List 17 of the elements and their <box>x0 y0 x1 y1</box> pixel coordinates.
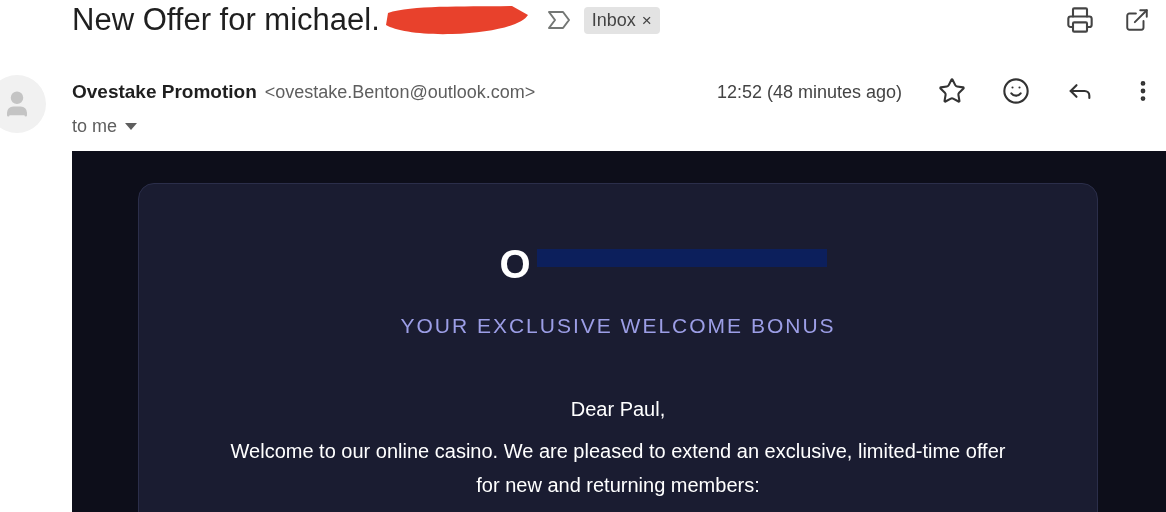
open-in-new-window-icon[interactable] <box>1124 7 1150 33</box>
greeting: Dear Paul, <box>570 396 666 422</box>
sender-email: <ovestake.Benton@outlook.com> <box>264 81 536 104</box>
remove-label-button[interactable]: × <box>641 11 652 29</box>
label-text: Inbox <box>591 8 636 32</box>
caret-icon <box>125 122 138 130</box>
print-icon[interactable] <box>1066 6 1094 34</box>
importance-marker-icon[interactable] <box>545 9 572 31</box>
brand-logo: O <box>499 241 535 288</box>
recipient-dropdown[interactable]: to me <box>72 112 536 140</box>
email-subject: New Offer for michael. <box>72 0 380 39</box>
received-time: 12:52 (48 minutes ago) <box>716 81 902 104</box>
star-icon[interactable] <box>938 77 966 105</box>
tagline: YOUR EXCLUSIVE WELCOME BONUS <box>400 313 836 339</box>
intro-paragraph: Welcome to our online casino. We are pleased to extend an exclusive, limited-time offer for new and returning members: <box>229 438 1007 498</box>
sender-name: Ovestake Promotion <box>72 80 257 104</box>
emoji-icon[interactable] <box>1002 77 1030 105</box>
